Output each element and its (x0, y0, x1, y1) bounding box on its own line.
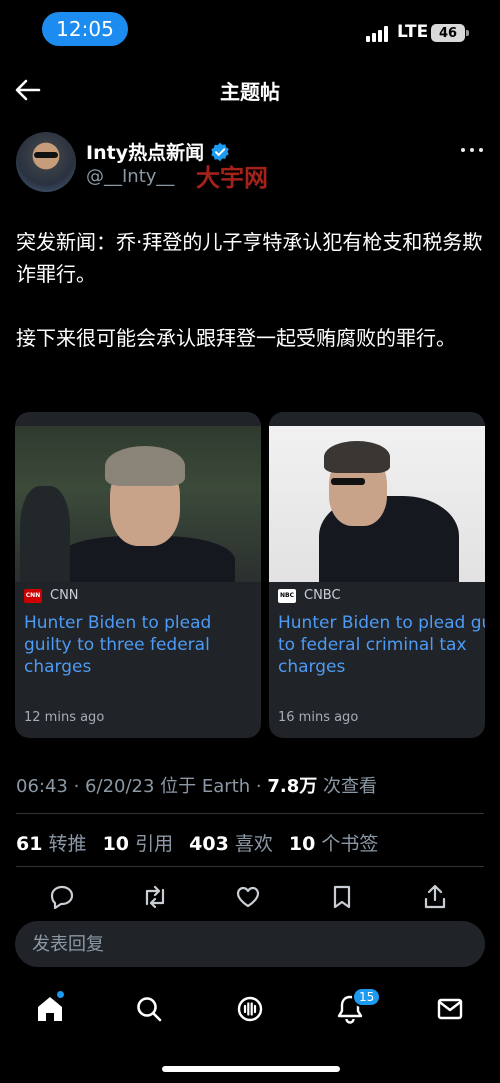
link-card-cnn[interactable]: CNN CNN Hunter Biden to plead guilty to … (15, 412, 261, 738)
bottom-nav: 15 (0, 985, 500, 1035)
tweet-location: 位于 Earth (160, 776, 251, 797)
source-label: CNN (50, 588, 79, 603)
retweets-stat[interactable]: 61 转推 (16, 833, 87, 855)
cnbc-logo-icon: NBC (278, 588, 296, 603)
more-options-button[interactable] (456, 140, 488, 160)
tweet-time: 06:43 (16, 776, 68, 797)
notifications-badge: 15 (352, 987, 382, 1007)
quotes-stat[interactable]: 10 引用 (103, 833, 174, 855)
more-dot-icon (479, 148, 483, 152)
share-button[interactable] (418, 880, 452, 914)
card-source: NBC CNBC (278, 588, 341, 603)
mail-icon (437, 998, 463, 1020)
quotes-count: 10 (102, 833, 130, 855)
tweet-actions (0, 880, 500, 914)
link-cards-carousel[interactable]: CNN CNN Hunter Biden to plead guilty to … (15, 412, 485, 738)
search-icon (137, 997, 162, 1022)
bookmarks-stat[interactable]: 10 个书签 (289, 833, 379, 855)
reply-button[interactable] (45, 880, 79, 914)
reply-bar (15, 921, 485, 967)
author-handle[interactable]: @__Inty__ (86, 166, 174, 187)
tweet-paragraph: 突发新闻：乔·拜登的儿子亨特承认犯有枪支和税务欺诈罪行。 (16, 230, 483, 286)
avatar[interactable] (16, 132, 76, 192)
likes-stat[interactable]: 403 喜欢 (189, 833, 273, 855)
battery-icon: 46 (431, 24, 469, 42)
network-label: LTE (397, 22, 429, 42)
more-dot-icon (461, 148, 465, 152)
retweet-icon (145, 885, 165, 909)
source-label: CNBC (304, 588, 341, 603)
link-card-cnbc[interactable]: NBC CNBC Hunter Biden to plead guilty to… (269, 412, 485, 738)
likes-count: 403 (189, 833, 229, 855)
retweets-count: 61 (16, 833, 43, 855)
cnn-logo-icon: CNN (24, 588, 42, 603)
more-dot-icon (470, 148, 474, 152)
tweet-stats: 61 转推 10 引用 403 喜欢 10 个书签 (16, 829, 378, 856)
tweet-text: 突发新闻：乔·拜登的儿子亨特承认犯有枪支和税务欺诈罪行。 接下来很可能会承认跟拜… (16, 226, 488, 386)
bookmark-icon (333, 885, 351, 909)
card-image (269, 426, 485, 582)
reply-icon (50, 885, 74, 910)
card-time: 12 mins ago (24, 710, 105, 725)
retweet-button[interactable] (138, 880, 172, 914)
card-source: CNN CNN (24, 588, 79, 603)
status-bar: 12:05 LTE 46 (0, 0, 500, 60)
like-button[interactable] (231, 880, 265, 914)
nav-messages[interactable] (430, 989, 470, 1029)
divider (16, 813, 484, 814)
tweet-date: 6/20/23 (85, 776, 155, 797)
nav-search[interactable] (129, 989, 169, 1029)
divider (16, 866, 484, 867)
tweet-paragraph: 接下来很可能会承认跟拜登一起受贿腐败的罪行。 (16, 326, 456, 350)
card-headline[interactable]: Hunter Biden to plead guilty to federal … (278, 612, 485, 678)
new-content-dot (57, 991, 64, 998)
status-time: 12:05 (42, 12, 128, 46)
view-count: 7.8万 (267, 776, 318, 797)
bookmarks-label: 个书签 (321, 833, 379, 855)
nav-home[interactable] (30, 989, 70, 1029)
view-label: 次查看 (322, 776, 377, 797)
quotes-label: 引用 (135, 833, 174, 855)
header: 主题帖 (0, 62, 500, 118)
tweet-meta: 06:43 · 6/20/23 位于 Earth · 7.8万 次查看 (16, 776, 377, 797)
bookmark-button[interactable] (325, 880, 359, 914)
author-name[interactable]: Inty热点新闻 (86, 138, 204, 165)
reply-input[interactable] (32, 931, 472, 957)
bookmarks-count: 10 (288, 833, 316, 855)
home-indicator[interactable] (162, 1066, 340, 1072)
card-image (15, 426, 261, 582)
nav-notifications[interactable]: 15 (330, 987, 382, 1029)
share-icon (424, 884, 446, 909)
card-headline[interactable]: Hunter Biden to plead guilty to three fe… (24, 612, 261, 678)
page-title: 主题帖 (220, 80, 280, 104)
watermark: 大宇网 (196, 163, 268, 192)
nav-spaces[interactable] (230, 989, 270, 1029)
spaces-icon (237, 996, 263, 1022)
card-time: 16 mins ago (278, 710, 359, 725)
retweets-label: 转推 (48, 833, 87, 855)
likes-label: 喜欢 (234, 833, 273, 855)
heart-icon (236, 886, 260, 908)
home-icon (38, 997, 62, 1021)
signal-icon (366, 26, 390, 42)
